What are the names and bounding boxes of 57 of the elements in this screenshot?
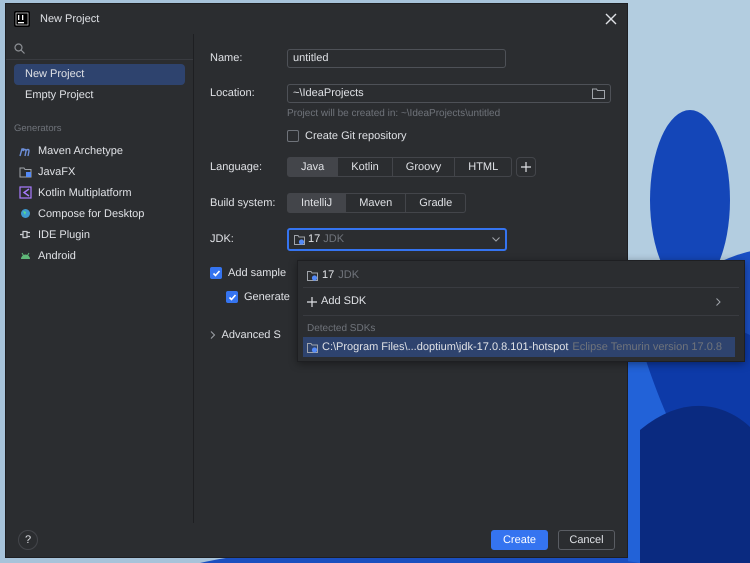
section-header: Generators [14,122,63,136]
segment-tab[interactable]: Java [288,158,338,176]
jdk-folder-icon [307,270,318,281]
plus-icon [307,296,317,306]
globe-icon [19,207,32,220]
window-title: New Project [40,12,100,27]
k-logo-icon [19,186,32,200]
checkbox[interactable] [210,267,222,279]
field-label: JDK: [210,232,235,247]
close-icon [603,11,619,27]
close-button[interactable] [603,11,619,27]
segment-tab[interactable]: IntelliJ [288,194,346,212]
app-logo-icon [14,11,30,27]
folder-icon [19,165,32,178]
plus-icon [521,162,532,172]
segment-tab[interactable]: Groovy [392,158,456,176]
location-field[interactable]: ~\IdeaProjects [287,84,611,102]
checkbox-label: Add sample [228,266,286,281]
segment-tab[interactable]: Gradle [406,194,466,212]
cancel-button[interactable]: Cancel [558,530,615,550]
name-field[interactable]: untitled [287,48,506,68]
sidebar-item[interactable]: Android [14,245,185,266]
add-button[interactable] [516,157,536,177]
search-icon [14,43,25,54]
segment-tab[interactable]: Kotlin [338,158,393,176]
section-header: Detected SDKs [306,322,376,336]
browse-folder-icon[interactable] [592,88,605,98]
sidebar-item[interactable]: New Project [14,64,185,85]
chevron-down-icon [492,236,500,242]
field-label: Language: [210,160,263,175]
jdk-folder-icon [294,234,305,244]
segment-tab[interactable]: HTML [455,158,512,176]
field-label: Location: [210,86,256,101]
sidebar-item[interactable]: Compose for Desktop [14,203,185,224]
dropdown-item[interactable]: 17 JDK [303,264,739,288]
advanced-settings-toggle[interactable]: Advanced S [210,326,281,344]
field-label: Name: [210,50,244,66]
sidebar-item[interactable]: Maven Archetype [14,140,185,162]
checkbox[interactable] [226,291,238,303]
location-hint: Project will be created in: ~\IdeaProjects\untitled [287,106,500,120]
checkbox-label: Generate [244,290,290,305]
checkbox[interactable] [287,130,299,142]
chevron-right-icon [210,331,216,339]
sidebar-item[interactable]: Empty Project [14,85,185,106]
dropdown-item[interactable]: C:\Program Files\...doptium\jdk-17.0.8.101-hotspot Eclipse Temurin version 17.0.8 [303,337,735,357]
dropdown-item[interactable]: Add SDK [303,288,739,316]
jdk-folder-icon [307,342,318,352]
create-button[interactable]: Create [491,530,548,550]
jdk-dropdown[interactable]: 17 JDK [287,228,507,250]
segment-tab[interactable]: Maven [346,194,406,212]
help-button[interactable]: ? [18,530,38,550]
field-label: Build system: [210,196,276,211]
sidebar-item[interactable]: IDE Plugin [14,224,185,246]
checkbox-label: Create Git repository [305,128,406,144]
chevron-right-icon [716,298,721,306]
sidebar-item[interactable]: JavaFX [14,161,185,182]
sidebar-item[interactable]: Kotlin Multiplatform [14,182,185,204]
